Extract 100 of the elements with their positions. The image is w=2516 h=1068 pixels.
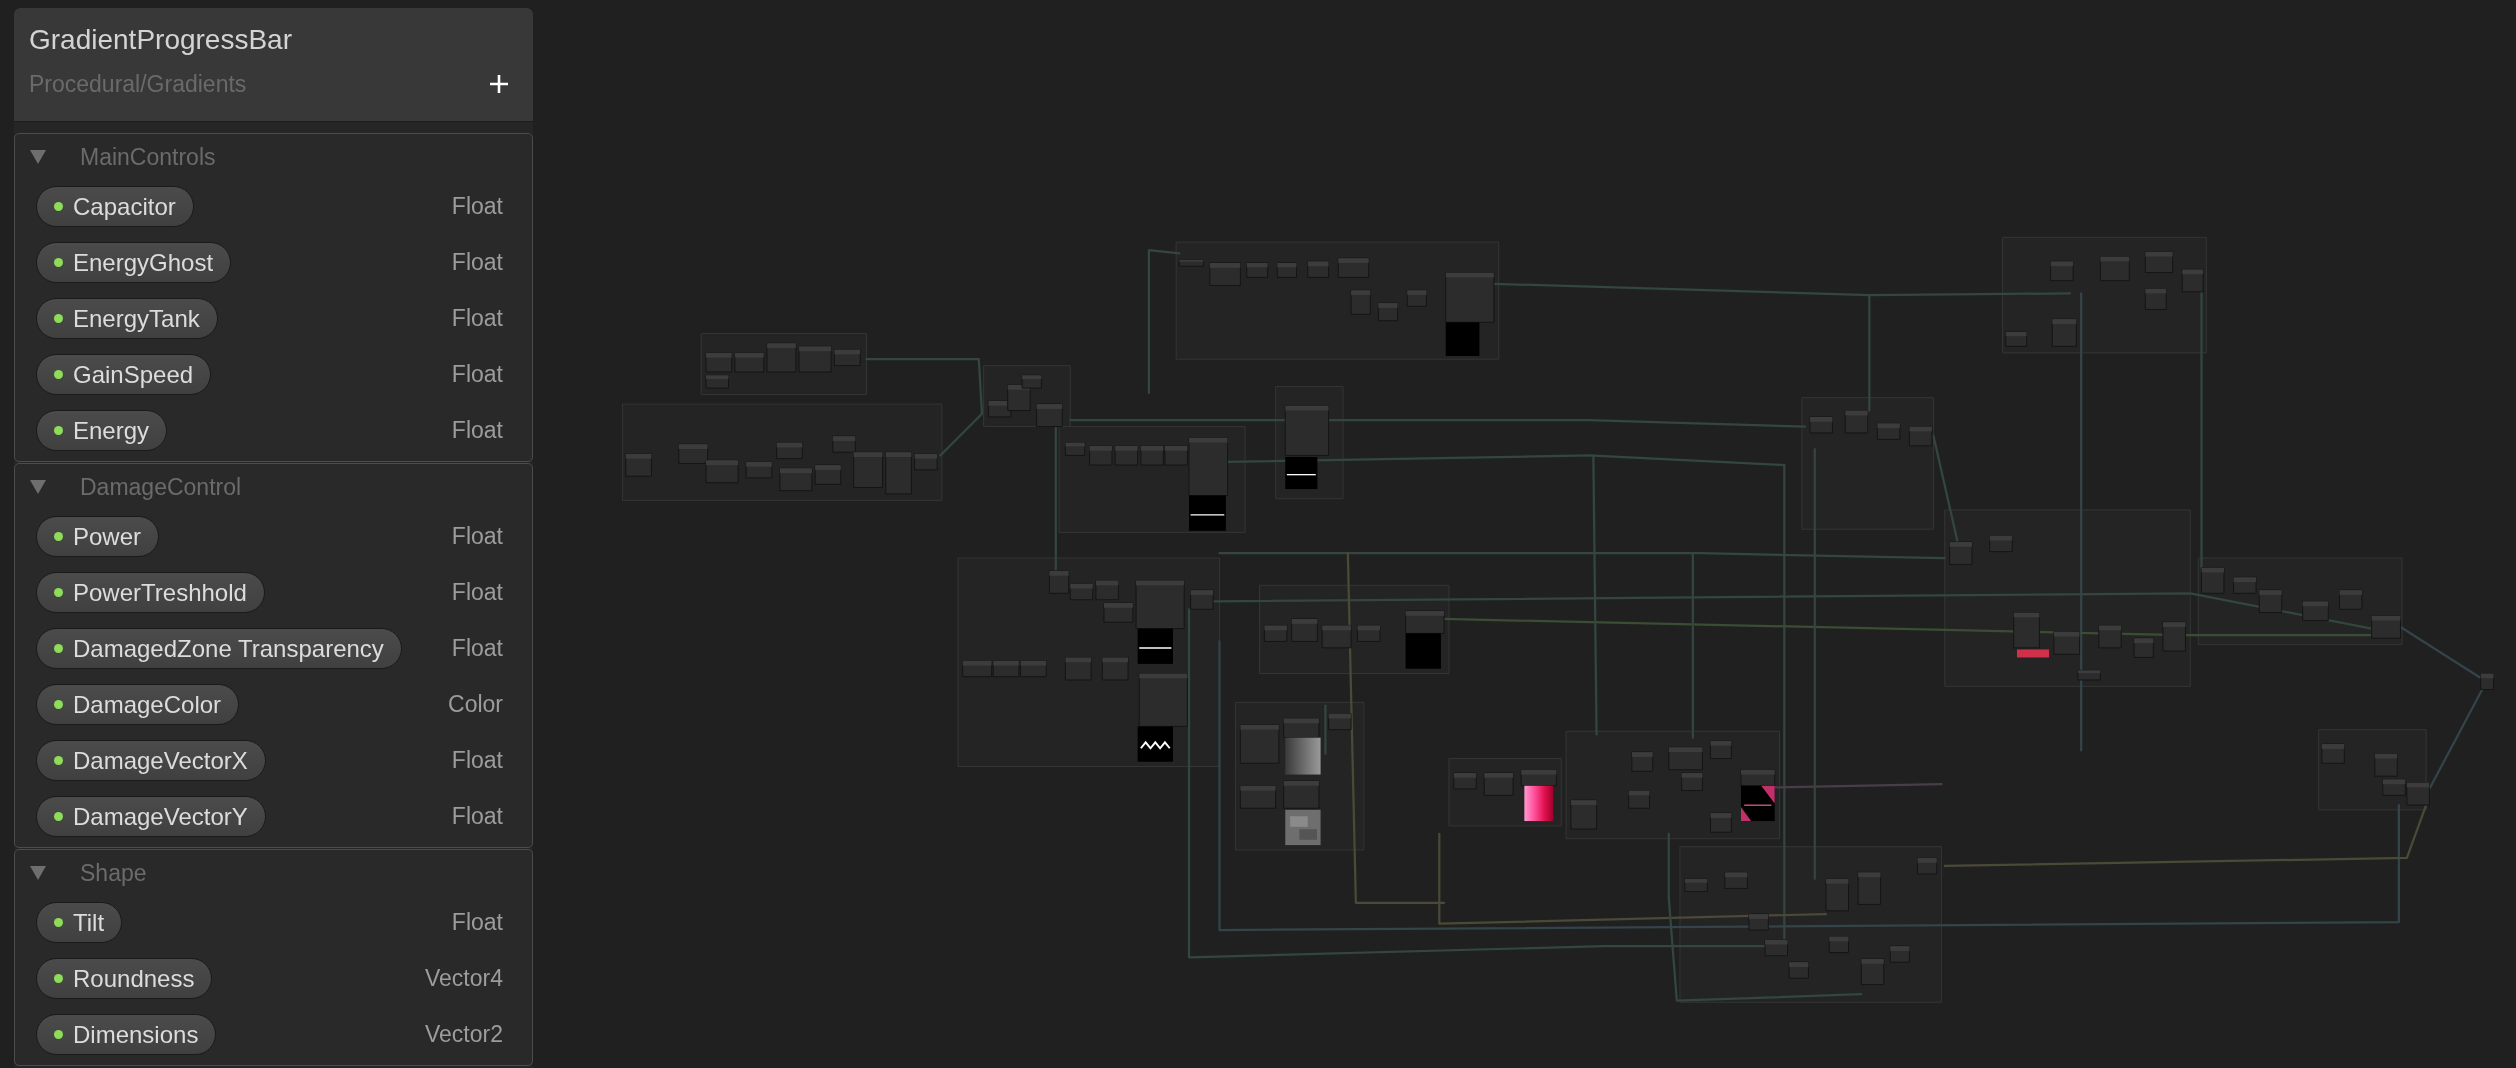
graph-node[interactable] xyxy=(1377,302,1399,322)
graph-node[interactable] xyxy=(1445,272,1495,323)
triangle-icon[interactable] xyxy=(30,866,46,880)
add-property-button[interactable] xyxy=(487,72,511,96)
graph-node[interactable] xyxy=(1135,580,1185,630)
graph-node[interactable] xyxy=(1263,624,1288,642)
graph-node[interactable] xyxy=(1328,713,1352,731)
graph-node[interactable] xyxy=(776,442,803,460)
graph-node[interactable] xyxy=(1764,939,1788,957)
graph-node[interactable] xyxy=(1188,437,1228,496)
graph-node[interactable] xyxy=(1007,384,1031,411)
graph-node[interactable] xyxy=(1483,772,1514,796)
graph-node[interactable] xyxy=(734,352,765,373)
property-chip[interactable]: Power xyxy=(36,516,160,557)
graph-node[interactable] xyxy=(1089,445,1113,466)
graph-node[interactable] xyxy=(1520,769,1557,787)
graph-node[interactable] xyxy=(1453,772,1477,790)
graph-node[interactable] xyxy=(1828,936,1849,954)
graph-node[interactable] xyxy=(2133,637,2154,658)
graph-node[interactable] xyxy=(2144,251,2174,274)
graph-node[interactable] xyxy=(1740,769,1776,787)
graph-node[interactable] xyxy=(962,660,993,678)
triangle-icon[interactable] xyxy=(30,480,46,494)
graph-node[interactable] xyxy=(2233,576,2257,594)
graph-node[interactable] xyxy=(1064,442,1086,456)
graph-node[interactable] xyxy=(1069,583,1094,601)
property-chip[interactable]: Energy xyxy=(36,410,168,451)
graph-node[interactable] xyxy=(1876,422,1901,440)
graph-node[interactable] xyxy=(1684,878,1708,893)
graph-node[interactable] xyxy=(1357,624,1381,642)
property-chip[interactable]: DamagedZone Transparency xyxy=(36,628,402,669)
graph-node[interactable] xyxy=(678,443,709,464)
graph-node[interactable] xyxy=(1989,535,2013,553)
graph-node[interactable] xyxy=(1860,958,1885,986)
graph-node[interactable] xyxy=(1337,257,1370,278)
graph-node[interactable] xyxy=(2099,256,2130,282)
graph-node[interactable] xyxy=(1748,913,1769,931)
graph-node[interactable] xyxy=(2480,673,2495,691)
graph-node[interactable] xyxy=(914,453,938,471)
graph-node[interactable] xyxy=(2050,260,2074,282)
property-chip[interactable]: DamageVectorY xyxy=(36,796,266,837)
graph-node[interactable] xyxy=(1825,878,1849,912)
graph-node[interactable] xyxy=(1064,657,1092,681)
graph-node[interactable] xyxy=(1209,262,1241,286)
graph-node[interactable] xyxy=(1681,772,1703,792)
property-chip[interactable]: DamageColor xyxy=(36,684,240,725)
property-chip[interactable]: EnergyGhost xyxy=(36,242,232,283)
graph-node[interactable] xyxy=(1239,785,1277,809)
graph-node[interactable] xyxy=(1631,751,1654,772)
graph-node[interactable] xyxy=(885,451,912,495)
graph-node[interactable] xyxy=(1095,580,1119,601)
property-chip[interactable]: Dimensions xyxy=(36,1014,217,1055)
property-chip[interactable]: Roundness xyxy=(36,958,213,999)
graph-node[interactable] xyxy=(1724,871,1748,889)
graph-node[interactable] xyxy=(1844,410,1869,434)
graph-node[interactable] xyxy=(1138,673,1188,727)
graph-node[interactable] xyxy=(2406,782,2430,806)
graph-node[interactable] xyxy=(2302,600,2329,622)
graph-node[interactable] xyxy=(2098,624,2122,649)
graph-node[interactable] xyxy=(992,660,1020,678)
graph-node[interactable] xyxy=(625,453,652,477)
graph-node[interactable] xyxy=(1101,657,1129,681)
graph-node[interactable] xyxy=(2144,288,2167,310)
graph-node[interactable] xyxy=(1917,857,1938,875)
graph-node[interactable] xyxy=(1710,812,1732,833)
graph-node[interactable] xyxy=(1190,589,1214,610)
graph-node[interactable] xyxy=(1406,289,1427,307)
property-chip[interactable]: DamageVectorX xyxy=(36,740,266,781)
graph-node[interactable] xyxy=(1103,602,1134,623)
graph-node[interactable] xyxy=(1908,426,1933,447)
graph-node[interactable] xyxy=(1048,570,1070,594)
graph-node[interactable] xyxy=(814,464,842,485)
graph-node[interactable] xyxy=(1788,961,1809,979)
graph-node[interactable] xyxy=(2013,612,2040,649)
graph-node[interactable] xyxy=(1321,624,1352,649)
graph-node[interactable] xyxy=(2374,753,2398,777)
graph-node[interactable] xyxy=(1164,445,1188,466)
graph-node[interactable] xyxy=(2258,589,2283,614)
graph-node[interactable] xyxy=(2005,331,2028,347)
graph-node[interactable] xyxy=(2077,669,2101,681)
graph-node[interactable] xyxy=(798,345,832,373)
graph-node[interactable] xyxy=(1668,746,1703,771)
graph-node[interactable] xyxy=(745,461,773,479)
graph-node[interactable] xyxy=(1350,289,1371,315)
graph-node[interactable] xyxy=(1857,871,1882,905)
triangle-icon[interactable] xyxy=(30,150,46,164)
graph-node[interactable] xyxy=(2181,268,2204,293)
graph-node[interactable] xyxy=(832,435,856,453)
graph-node[interactable] xyxy=(766,342,797,373)
graph-node[interactable] xyxy=(1276,262,1297,278)
graph-node[interactable] xyxy=(1114,445,1139,466)
property-chip[interactable]: Tilt xyxy=(36,902,123,943)
graph-node[interactable] xyxy=(1710,740,1732,759)
graph-node[interactable] xyxy=(1570,799,1598,830)
property-chip[interactable]: Capacitor xyxy=(36,186,194,227)
graph-node[interactable] xyxy=(1889,945,1910,963)
graph-node[interactable] xyxy=(705,459,739,484)
graph-node[interactable] xyxy=(987,400,1012,418)
property-chip[interactable]: GainSpeed xyxy=(36,354,212,395)
graph-node[interactable] xyxy=(1036,403,1063,428)
